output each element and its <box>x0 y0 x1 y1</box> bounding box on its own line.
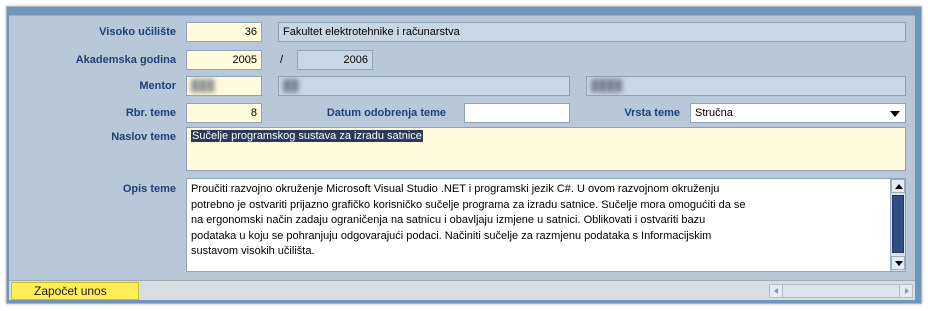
scroll-up-button[interactable] <box>891 179 905 193</box>
mentor-name-field[interactable]: ████ <box>586 76 906 96</box>
opis-vertical-scrollbar[interactable] <box>890 179 905 271</box>
vrsta-teme-label: Vrsta teme <box>624 107 680 119</box>
scroll-thumb[interactable] <box>892 195 904 253</box>
naslov-teme-selected-text: Sučelje programskog sustava za izradu sa… <box>191 130 423 142</box>
vrsta-teme-value: Stručna <box>695 107 733 119</box>
akademska-godina-from-field[interactable]: 2005 <box>186 50 262 70</box>
rbr-teme-label: Rbr. teme <box>125 107 176 119</box>
opis-line: na ergonomski način zadaju ograničenja n… <box>191 214 706 226</box>
horizontal-scrollbar[interactable] <box>769 284 913 298</box>
arrow-down-icon <box>895 261 903 266</box>
mentor-label: Mentor <box>139 80 176 92</box>
rbr-teme-field[interactable]: 8 <box>186 103 262 123</box>
zapocet-unos-button[interactable]: Započet unos <box>11 282 139 300</box>
chevron-down-icon[interactable] <box>890 111 900 117</box>
naslov-teme-label: Naslov teme <box>111 131 176 143</box>
scroll-down-button[interactable] <box>891 256 905 270</box>
year-separator: / <box>280 54 284 66</box>
datum-odobrenja-label: Datum odobrenja teme <box>326 107 446 119</box>
scroll-right-button[interactable] <box>899 284 913 298</box>
arrow-left-icon <box>774 288 778 294</box>
akademska-godina-to-field[interactable]: 2006 <box>297 50 373 70</box>
opis-line: potrebno je ostvariti prijazno grafičko … <box>191 198 746 211</box>
opis-teme-field[interactable]: Proučiti razvojno okruženje Microsoft Vi… <box>186 178 906 272</box>
opis-line: podataka u koju se pohranjuju odgovaraju… <box>191 229 712 242</box>
visoko-uciliste-name-field[interactable]: Fakultet elektrotehnike i računarstva <box>278 22 906 42</box>
bottom-toolbar: Započet unos <box>9 280 915 300</box>
visoko-uciliste-code-field[interactable]: 36 <box>186 22 262 42</box>
mentor-surname-field[interactable]: ██ <box>278 76 570 96</box>
arrow-up-icon <box>895 184 903 189</box>
naslov-teme-field[interactable]: Sučelje programskog sustava za izradu sa… <box>186 127 906 171</box>
arrow-right-icon <box>905 288 909 294</box>
akademska-godina-label: Akademska godina <box>75 54 176 66</box>
visoko-uciliste-label: Visoko učilište <box>99 26 176 38</box>
opis-line: sustavom visokih učilišta. <box>191 245 315 257</box>
opis-teme-label: Opis teme <box>122 183 176 195</box>
vrsta-teme-select[interactable]: Stručna <box>690 103 906 123</box>
datum-odobrenja-field[interactable] <box>464 103 570 123</box>
mentor-code-field[interactable]: ███ <box>186 76 262 96</box>
scroll-left-button[interactable] <box>769 284 783 298</box>
opis-line: Proučiti razvojno okruženje Microsoft Vi… <box>191 183 720 195</box>
